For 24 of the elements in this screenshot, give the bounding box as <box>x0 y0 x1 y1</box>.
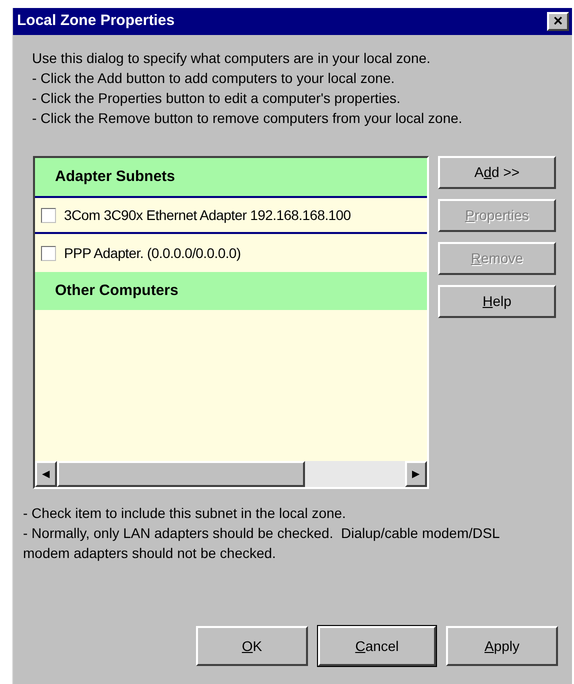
checkbox[interactable] <box>41 246 56 260</box>
window-title: Local Zone Properties <box>17 11 175 32</box>
item-label: PPP Adapter. (0.0.0.0/0.0.0.0) <box>64 244 241 263</box>
scroll-right-button[interactable]: ▶ <box>405 461 427 487</box>
list-item[interactable]: 3Com 3C90x Ethernet Adapter 192.168.168.100 <box>35 196 427 234</box>
note-text: - Check item to include this subnet in the local zone. <box>23 504 347 523</box>
dialog-button[interactable]: Cancel <box>318 626 436 666</box>
side-button[interactable]: Help <box>438 285 556 318</box>
close-button[interactable]: × <box>547 12 569 31</box>
instruction-text: - Click the Remove button to remove computers from your local zone. <box>32 109 464 128</box>
checkbox[interactable] <box>41 208 56 222</box>
instruction-text: Use this dialog to specify what computers are in your local zone. <box>32 49 432 68</box>
group-header: Adapter Subnets <box>35 158 427 196</box>
note-text: - Normally, only LAN adapters should be checked. Dialup/cable modem/DSL modem adapters should not be checked. <box>23 524 500 563</box>
item-label: 3Com 3C90x Ethernet Adapter 192.168.168.100 <box>64 206 351 225</box>
scrollbar-thumb[interactable] <box>57 461 305 487</box>
list-item[interactable]: PPP Adapter. (0.0.0.0/0.0.0.0) <box>35 234 427 272</box>
group-header: Other Computers <box>35 272 427 310</box>
dialog-button[interactable]: Apply <box>446 626 558 666</box>
instruction-text: - Click the Add button to add computers to your local zone. <box>32 69 396 88</box>
scroll-left-button[interactable]: ◀ <box>35 461 57 487</box>
instruction-text: - Click the Properties button to edit a computer's properties. <box>32 89 402 108</box>
dialog-button[interactable]: OK <box>196 626 308 666</box>
side-button[interactable]: Add >> <box>438 156 556 189</box>
